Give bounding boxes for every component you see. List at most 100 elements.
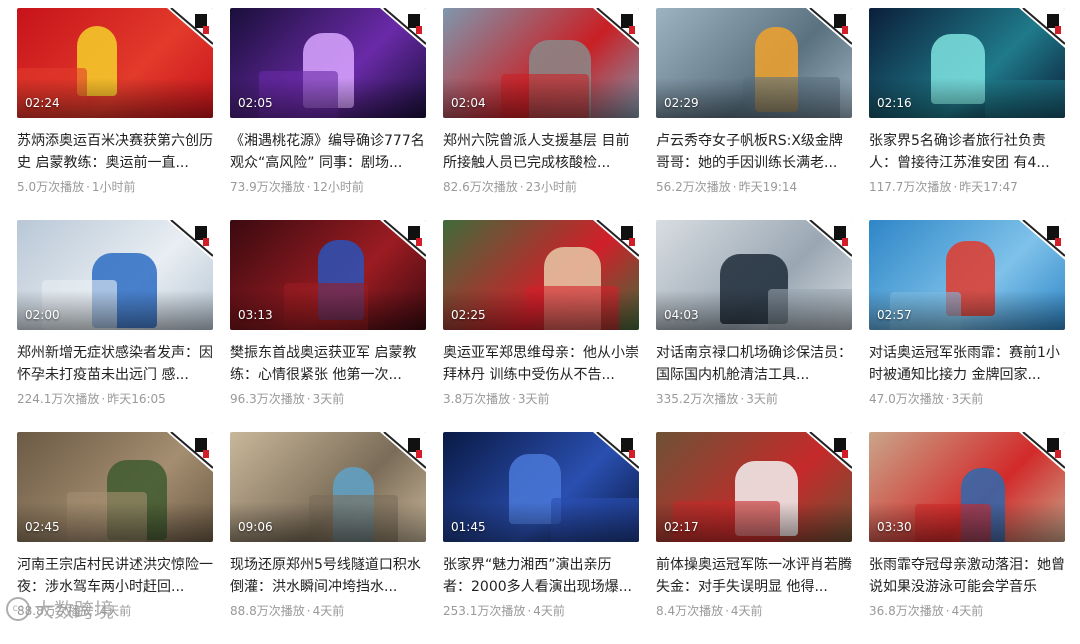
meta-separator: · bbox=[519, 180, 524, 194]
video-card[interactable]: 04:03 对话南京禄口机场确诊保洁员：国际国内机舱清洁工具... 335.2万次播… bbox=[656, 220, 852, 432]
meta-separator: · bbox=[306, 180, 311, 194]
channel-logo-icon bbox=[380, 8, 426, 48]
video-card[interactable]: 02:00 郑州新增无症状感染者发声：因怀孕未打疫苗未出远门 感... 224.1万… bbox=[17, 220, 213, 432]
video-duration: 02:25 bbox=[451, 308, 486, 322]
video-meta: 3.8万次播放 · 3天前 bbox=[443, 390, 639, 407]
channel-logo-icon bbox=[1019, 432, 1065, 472]
publish-time: 3天前 bbox=[951, 392, 984, 406]
video-title[interactable]: 张家界5名确诊者旅行社负责人：曾接待江苏淮安团 有4... bbox=[869, 130, 1065, 174]
video-card[interactable]: 02:29 卢云秀夺女子帆板RS:X级金牌 哥哥：她的手因训练长满老... 56.2… bbox=[656, 8, 852, 220]
video-meta: 335.2万次播放 · 3天前 bbox=[656, 390, 852, 407]
video-thumbnail[interactable]: 04:03 bbox=[656, 220, 852, 330]
video-card[interactable]: 02:17 前体操奥运冠军陈一冰评肖若腾失金：对手失误明显 他得... 8.4万次播… bbox=[656, 432, 852, 644]
play-count: 3.8万次播放 bbox=[443, 392, 511, 406]
video-title[interactable]: 《湘遇桃花源》编导确诊777名观众“高风险” 同事：剧场... bbox=[230, 130, 426, 174]
video-thumbnail[interactable]: 01:45 bbox=[443, 432, 639, 542]
video-duration: 09:06 bbox=[238, 520, 273, 534]
video-thumbnail[interactable]: 02:29 bbox=[656, 8, 852, 118]
video-title[interactable]: 郑州六院曾派人支援基层 目前所接触人员已完成核酸检... bbox=[443, 130, 639, 174]
video-title[interactable]: 现场还原郑州5号线隧道口积水倒灌：洪水瞬间冲垮挡水... bbox=[230, 554, 426, 598]
video-title[interactable]: 对话奥运冠军张雨霏：赛前1小时被通知比接力 金牌回家... bbox=[869, 342, 1065, 386]
video-duration: 02:16 bbox=[877, 96, 912, 110]
meta-separator: · bbox=[725, 604, 729, 618]
channel-logo-icon bbox=[593, 432, 639, 472]
video-meta: 5.0万次播放 · 1小时前 bbox=[17, 178, 213, 195]
watermark-text: 大数跨境 bbox=[34, 598, 114, 622]
play-count: 253.1万次播放 bbox=[443, 604, 526, 618]
video-title[interactable]: 郑州新增无症状感染者发声：因怀孕未打疫苗未出远门 感... bbox=[17, 342, 213, 386]
play-count: 73.9万次播放 bbox=[230, 180, 305, 194]
publish-time: 4天前 bbox=[951, 604, 984, 618]
meta-separator: · bbox=[512, 392, 516, 406]
video-title[interactable]: 奥运亚军郑思维母亲：他从小崇拜林丹 训练中受伤从不告... bbox=[443, 342, 639, 386]
publish-time: 昨天17:47 bbox=[959, 180, 1018, 194]
video-card[interactable]: 02:57 对话奥运冠军张雨霏：赛前1小时被通知比接力 金牌回家... 47.0万次… bbox=[869, 220, 1065, 432]
channel-logo-icon bbox=[1019, 220, 1065, 260]
channel-logo-icon bbox=[380, 432, 426, 472]
play-count: 36.8万次播放 bbox=[869, 604, 944, 618]
video-duration: 02:17 bbox=[664, 520, 699, 534]
meta-separator: · bbox=[527, 604, 532, 618]
video-card[interactable]: 02:04 郑州六院曾派人支援基层 目前所接触人员已完成核酸检... 82.6万次播… bbox=[443, 8, 639, 220]
meta-separator: · bbox=[945, 392, 950, 406]
video-thumbnail[interactable]: 03:30 bbox=[869, 432, 1065, 542]
publish-time: 4天前 bbox=[533, 604, 565, 618]
play-count: 335.2万次播放 bbox=[656, 392, 739, 406]
channel-logo-icon bbox=[593, 220, 639, 260]
video-thumbnail[interactable]: 02:00 bbox=[17, 220, 213, 330]
publish-time: 4天前 bbox=[730, 604, 763, 618]
publish-time: 3天前 bbox=[312, 392, 345, 406]
video-card[interactable]: 02:05 《湘遇桃花源》编导确诊777名观众“高风险” 同事：剧场... 73.9… bbox=[230, 8, 426, 220]
video-duration: 04:03 bbox=[664, 308, 699, 322]
channel-logo-icon bbox=[167, 8, 213, 48]
video-thumbnail[interactable]: 02:16 bbox=[869, 8, 1065, 118]
video-title[interactable]: 张雨霏夺冠母亲激动落泪：她曾说如果没游泳可能会学音乐 bbox=[869, 554, 1065, 598]
publish-time: 3天前 bbox=[746, 392, 778, 406]
publish-time: 23小时前 bbox=[525, 180, 577, 194]
meta-separator: · bbox=[101, 392, 106, 406]
video-thumbnail[interactable]: 03:13 bbox=[230, 220, 426, 330]
video-title[interactable]: 张家界“魅力湘西”演出亲历者：2000多人看演出现场爆... bbox=[443, 554, 639, 598]
video-duration: 03:13 bbox=[238, 308, 273, 322]
play-count: 224.1万次播放 bbox=[17, 392, 100, 406]
video-thumbnail[interactable]: 02:45 bbox=[17, 432, 213, 542]
play-count: 88.8万次播放 bbox=[230, 604, 305, 618]
video-thumbnail[interactable]: 02:24 bbox=[17, 8, 213, 118]
video-duration: 02:45 bbox=[25, 520, 60, 534]
video-title[interactable]: 苏炳添奥运百米决赛获第六创历史 启蒙教练：奥运前一直... bbox=[17, 130, 213, 174]
video-card[interactable]: 03:13 樊振东首战奥运获亚军 启蒙教练：心情很紧张 他第一次... 96.3万次… bbox=[230, 220, 426, 432]
video-title[interactable]: 对话南京禄口机场确诊保洁员：国际国内机舱清洁工具... bbox=[656, 342, 852, 386]
video-duration: 01:45 bbox=[451, 520, 486, 534]
video-thumbnail[interactable]: 02:04 bbox=[443, 8, 639, 118]
video-thumbnail[interactable]: 02:57 bbox=[869, 220, 1065, 330]
video-card[interactable]: 02:24 苏炳添奥运百米决赛获第六创历史 启蒙教练：奥运前一直... 5.0万次播… bbox=[17, 8, 213, 220]
video-card[interactable]: 01:45 张家界“魅力湘西”演出亲历者：2000多人看演出现场爆... 253.1… bbox=[443, 432, 639, 644]
play-count: 96.3万次播放 bbox=[230, 392, 305, 406]
watermark: cc 大数跨境 bbox=[6, 594, 114, 623]
play-count: 5.0万次播放 bbox=[17, 180, 85, 194]
meta-separator: · bbox=[306, 392, 311, 406]
video-card[interactable]: 09:06 现场还原郑州5号线隧道口积水倒灌：洪水瞬间冲垮挡水... 88.8万次播… bbox=[230, 432, 426, 644]
video-card[interactable]: 03:30 张雨霏夺冠母亲激动落泪：她曾说如果没游泳可能会学音乐 36.8万次播放 ·… bbox=[869, 432, 1065, 644]
video-thumbnail[interactable]: 02:05 bbox=[230, 8, 426, 118]
video-meta: 47.0万次播放 · 3天前 bbox=[869, 390, 1065, 407]
video-title[interactable]: 前体操奥运冠军陈一冰评肖若腾失金：对手失误明显 他得... bbox=[656, 554, 852, 598]
publish-time: 昨天19:14 bbox=[738, 180, 798, 194]
video-title[interactable]: 樊振东首战奥运获亚军 启蒙教练：心情很紧张 他第一次... bbox=[230, 342, 426, 386]
video-meta: 224.1万次播放 · 昨天16:05 bbox=[17, 390, 213, 407]
video-thumbnail[interactable]: 02:25 bbox=[443, 220, 639, 330]
publish-time: 1小时前 bbox=[91, 180, 136, 194]
video-title[interactable]: 河南王宗店村民讲述洪灾惊险一夜：涉水驾车两小时赶回... bbox=[17, 554, 213, 598]
video-card[interactable]: 02:16 张家界5名确诊者旅行社负责人：曾接待江苏淮安团 有4... 117.7万… bbox=[869, 8, 1065, 220]
channel-logo-icon bbox=[806, 8, 852, 48]
video-thumbnail[interactable]: 02:17 bbox=[656, 432, 852, 542]
video-meta: 253.1万次播放 · 4天前 bbox=[443, 602, 639, 619]
meta-separator: · bbox=[732, 180, 737, 194]
video-card[interactable]: 02:25 奥运亚军郑思维母亲：他从小崇拜林丹 训练中受伤从不告... 3.8万次播… bbox=[443, 220, 639, 432]
channel-logo-icon bbox=[806, 220, 852, 260]
video-thumbnail[interactable]: 09:06 bbox=[230, 432, 426, 542]
video-title[interactable]: 卢云秀夺女子帆板RS:X级金牌 哥哥：她的手因训练长满老... bbox=[656, 130, 852, 174]
video-meta: 36.8万次播放 · 4天前 bbox=[869, 602, 1065, 619]
video-meta: 96.3万次播放 · 3天前 bbox=[230, 390, 426, 407]
meta-separator: · bbox=[306, 604, 311, 618]
